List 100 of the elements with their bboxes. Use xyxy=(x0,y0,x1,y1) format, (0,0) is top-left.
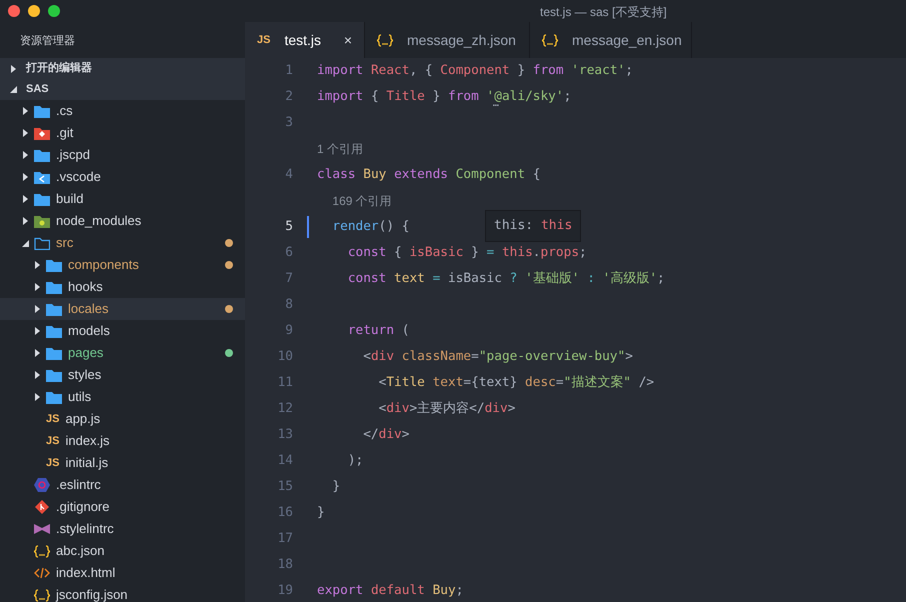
line-number: 4 xyxy=(284,166,294,184)
collapsed-arrow-icon xyxy=(32,283,42,291)
collapsed-arrow-icon xyxy=(20,173,30,181)
file-tree-item[interactable]: styles xyxy=(0,364,245,386)
file-tree-item[interactable]: JS initial.js xyxy=(0,452,245,474)
code-line: <div className="page-overview-buy"> xyxy=(362,348,633,366)
cursor-line-marker xyxy=(307,216,309,238)
code-line: return ( xyxy=(346,322,410,340)
braces-icon xyxy=(377,33,393,47)
line-number: 13 xyxy=(276,426,294,444)
file-tree-item[interactable]: components xyxy=(0,254,245,276)
line-number: 18 xyxy=(276,556,294,574)
braces-icon xyxy=(34,544,50,558)
file-tree-item[interactable]: .vscode xyxy=(0,166,245,188)
file-tree-item[interactable]: index.html xyxy=(0,562,245,584)
file-tree-item[interactable]: node_modules xyxy=(0,210,245,232)
code-brackets-icon xyxy=(34,566,50,580)
bowtie-icon xyxy=(34,522,50,536)
file-tree-item[interactable]: abc.json xyxy=(0,540,245,562)
hover-tooltip: this: this xyxy=(485,210,582,242)
braces-icon xyxy=(34,588,50,602)
file-tree-item[interactable]: hooks xyxy=(0,276,245,298)
code-line: } xyxy=(331,478,340,496)
line-number: 8 xyxy=(284,296,294,314)
collapsed-arrow-icon xyxy=(32,261,42,269)
line-number: 10 xyxy=(276,348,294,366)
file-tree-item[interactable]: models xyxy=(0,320,245,342)
folder-icon xyxy=(34,192,50,206)
line-number: 14 xyxy=(276,452,294,470)
code-line: </div> xyxy=(362,426,410,444)
collapsed-arrow-icon xyxy=(20,107,30,115)
file-tree-item[interactable]: pages xyxy=(0,342,245,364)
line-number: 9 xyxy=(284,322,294,340)
file-tree-item[interactable]: .cs xyxy=(0,100,245,122)
file-tree-item[interactable]: .gitignore xyxy=(0,496,245,518)
code-line: render() { xyxy=(331,218,410,236)
code-line: const text = isBasic ? '基础版' : '高级版'; xyxy=(346,270,665,288)
line-number: 12 xyxy=(276,400,294,418)
js-file-icon: JS xyxy=(46,456,60,470)
line-number: 1 xyxy=(284,62,294,80)
git-diamond-icon xyxy=(34,500,50,514)
file-tree-item[interactable]: locales xyxy=(0,298,245,320)
folder-icon xyxy=(46,258,62,272)
code-line: class Buy extends Component { xyxy=(317,166,540,184)
editor-tab[interactable]: JS test.js × xyxy=(245,22,365,58)
folder-icon xyxy=(34,236,50,250)
file-tree-item[interactable]: src xyxy=(0,232,245,254)
collapsed-arrow-icon xyxy=(8,64,18,72)
section-header[interactable]: SAS xyxy=(0,79,245,100)
code-line: } xyxy=(317,504,325,522)
folder-icon xyxy=(34,148,50,162)
line-number: 19 xyxy=(276,582,294,600)
braces-icon xyxy=(542,33,558,47)
folder-icon xyxy=(46,346,62,360)
line-number: 5 xyxy=(284,218,294,236)
folder-icon xyxy=(34,104,50,118)
code-line: ); xyxy=(346,452,364,470)
code-line: import { Title } from '@ali/sky' … ; xyxy=(317,88,572,107)
js-file-icon: JS xyxy=(257,33,270,47)
maximize-window-button[interactable] xyxy=(48,5,60,17)
folder-icon xyxy=(46,368,62,382)
file-tree-item[interactable]: .stylelintrc xyxy=(0,518,245,540)
collapsed-arrow-icon xyxy=(32,305,42,313)
close-tab-button[interactable]: × xyxy=(344,30,352,50)
minimize-window-button[interactable] xyxy=(28,5,40,17)
hexagon-icon xyxy=(34,478,50,492)
collapsed-arrow-icon xyxy=(32,393,42,401)
file-tree-item[interactable]: .jscpd xyxy=(0,144,245,166)
code-line: <div>主要内容</div> xyxy=(378,400,516,418)
line-number: 2 xyxy=(284,88,294,106)
collapsed-arrow-icon xyxy=(20,129,30,137)
file-tree-item[interactable]: .eslintrc xyxy=(0,474,245,496)
code-folder-icon xyxy=(34,170,50,184)
file-tree-item[interactable]: JS app.js xyxy=(0,408,245,430)
collapsed-arrow-icon xyxy=(20,151,30,159)
file-tree-item[interactable]: build xyxy=(0,188,245,210)
line-number: 3 xyxy=(284,114,294,132)
line-number: 17 xyxy=(276,530,294,548)
expanded-arrow-icon xyxy=(8,86,18,93)
reference-count-link[interactable]: 169 个引用 xyxy=(332,192,392,210)
file-tree-item[interactable]: JS index.js xyxy=(0,430,245,452)
code-line: <Title text={text} desc="描述文案" /> xyxy=(378,374,654,392)
file-tree-item[interactable]: jsconfig.json xyxy=(0,584,245,602)
git-folder-icon xyxy=(34,126,50,140)
collapsed-arrow-icon xyxy=(20,195,30,203)
js-file-icon: JS xyxy=(46,412,60,426)
reference-count-link[interactable]: 1 个引用 xyxy=(317,140,364,158)
folder-icon xyxy=(46,390,62,404)
file-tree-item[interactable]: utils xyxy=(0,386,245,408)
folder-icon xyxy=(46,280,62,294)
close-window-button[interactable] xyxy=(8,5,20,17)
folder-icon xyxy=(46,302,62,316)
code-line: const { isBasic } = this.props; xyxy=(346,244,587,262)
code-line: export default Buy; xyxy=(317,582,464,600)
code-line: import React, { Component } from 'react'; xyxy=(317,62,633,80)
node-folder-icon xyxy=(34,214,50,228)
collapsed-arrow-icon xyxy=(32,349,42,357)
section-header[interactable]: 打开的编辑器 xyxy=(0,58,245,79)
collapsed-arrow-icon xyxy=(20,217,30,225)
file-tree-item[interactable]: .git xyxy=(0,122,245,144)
